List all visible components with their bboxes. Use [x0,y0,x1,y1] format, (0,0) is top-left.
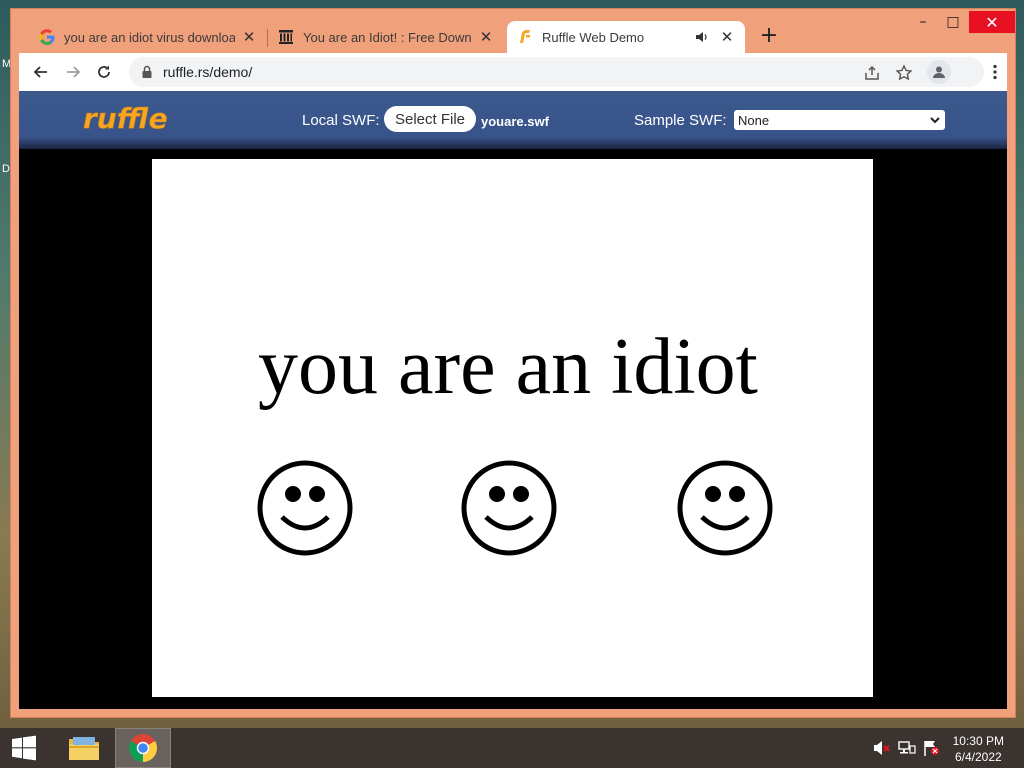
taskbar-file-explorer[interactable] [56,728,112,768]
browser-toolbar: ruffle.rs/demo/ [19,53,1007,91]
ruffle-logo-text: ruffle [83,102,168,135]
arrow-right-icon [67,66,81,78]
close-button[interactable]: ✕ [969,11,1015,33]
share-icon[interactable] [863,64,881,82]
selected-file-name: youare.swf [481,114,549,129]
tab-ruffle-demo[interactable]: Ruffle Web Demo ✕ [507,21,745,53]
network-icon[interactable] [898,740,916,756]
browser-window: you are an idiot virus download ✕ You ar… [10,8,1016,718]
tab-strip: you are an idiot virus download ✕ You ar… [11,9,1015,55]
ruffle-icon [520,30,530,43]
web-page: ruffle Local SWF: Select File youare.swf… [19,91,1007,709]
taskbar-chrome[interactable] [115,728,171,768]
tab-title: you are an idiot virus download [64,29,235,45]
tab-title: You are an Idiot! : Free Download [303,29,472,45]
stage-message: you are an idiot [258,323,758,411]
arrow-left-icon [33,66,47,78]
tab-close-icon[interactable]: ✕ [719,28,735,46]
flash-stage[interactable]: you are an idiot [152,159,873,697]
url-text[interactable]: ruffle.rs/demo/ [163,64,252,80]
forward-button[interactable] [61,60,85,84]
tab-close-icon[interactable]: ✕ [478,28,494,46]
windows-logo-icon [12,735,36,761]
archive-building-icon [279,30,293,44]
smiley-face-icon [677,460,773,556]
desktop-icon-label[interactable]: D [2,163,10,175]
star-icon[interactable] [895,64,913,82]
ruffle-header: ruffle Local SWF: Select File youare.swf… [19,91,1007,149]
reload-icon [98,65,110,78]
local-swf-label: Local SWF: [302,112,380,129]
chrome-icon [129,734,157,762]
sample-swf-label: Sample SWF: [634,112,727,129]
maximize-button[interactable]: □ [939,11,967,33]
tab-close-icon[interactable]: ✕ [241,28,257,46]
smiley-face-icon [461,460,557,556]
start-button[interactable] [0,728,48,768]
new-tab-button[interactable]: + [757,25,781,49]
tab-archive[interactable]: You are an Idiot! : Free Download ✕ [268,21,504,53]
menu-icon [993,64,997,80]
chevron-down-icon [930,117,940,124]
sample-swf-select[interactable]: None [734,110,945,130]
profile-button[interactable] [927,60,951,84]
menu-button[interactable] [983,60,1007,84]
ruffle-logo[interactable]: ruffle [81,101,177,135]
select-file-button[interactable]: Select File [384,106,476,132]
clock-date: 6/4/2022 [954,750,1002,764]
profile-icon [933,66,945,78]
tab-title: Ruffle Web Demo [542,29,645,45]
window-controls: – □ ✕ [909,11,1015,37]
volume-muted-icon[interactable] [873,740,891,756]
sample-swf-value: None [738,112,770,128]
file-explorer-icon [69,737,99,760]
address-bar[interactable]: ruffle.rs/demo/ [129,57,984,87]
back-button[interactable] [29,60,53,84]
minimize-button[interactable]: – [909,11,937,33]
system-clock[interactable]: 10:30 PM 6/4/2022 [953,733,1004,765]
taskbar: 10:30 PM 6/4/2022 [0,728,1024,768]
google-g-icon [39,29,55,45]
action-center-flag-icon[interactable] [922,740,940,756]
smiley-face-icon [257,460,353,556]
tab-google-search[interactable]: you are an idiot virus download ✕ [29,21,267,53]
lock-icon[interactable] [141,65,153,79]
speaker-audio-icon[interactable] [695,31,709,43]
clock-time: 10:30 PM [952,734,1004,748]
reload-button[interactable] [92,60,116,84]
